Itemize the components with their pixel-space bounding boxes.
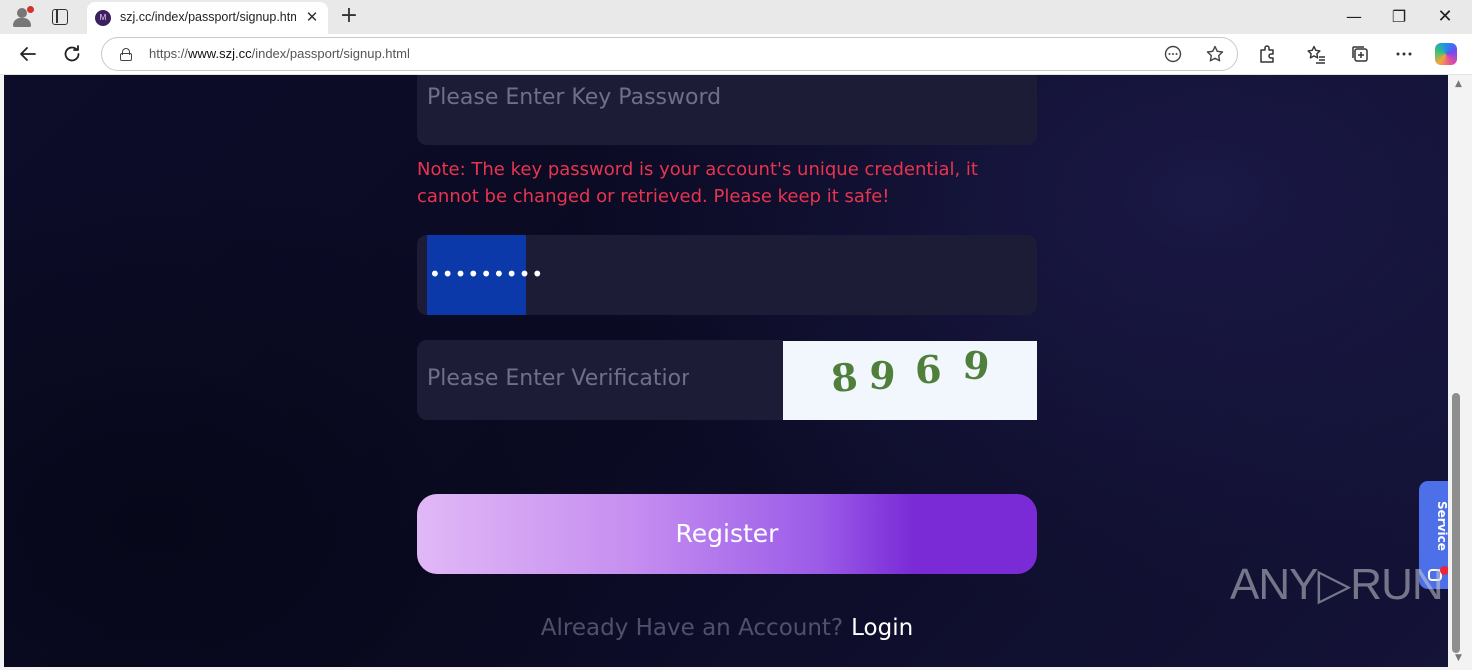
password-value: ••••••••• (429, 262, 545, 286)
url-host: www.szj.cc (188, 46, 252, 61)
page-scrollbar[interactable]: ▲ ▼ (1448, 75, 1472, 670)
star-icon[interactable] (1204, 43, 1226, 65)
service-label: Service (1435, 501, 1448, 551)
browser-tab[interactable]: M szj.cc/index/passport/signup.html ✕ (87, 2, 328, 34)
site-favicon-icon: M (95, 10, 111, 26)
captcha-digit: 9 (961, 341, 992, 390)
tab-actions-icon[interactable] (52, 9, 68, 25)
password-input[interactable]: ••••••••• (417, 235, 1037, 315)
browser-toolbar: https://www.szj.cc/index/passport/signup… (0, 34, 1472, 75)
window-restore-button[interactable]: ❐ (1387, 6, 1411, 28)
back-arrow-icon[interactable] (16, 42, 40, 66)
tab-close-icon[interactable]: ✕ (303, 8, 321, 26)
site-info-icon[interactable] (120, 48, 132, 61)
window-close-button[interactable]: ✕ (1433, 6, 1457, 28)
anyrun-watermark: ANY▷RUN (1230, 560, 1444, 609)
captcha-digit: 8 (828, 353, 860, 402)
register-button[interactable]: Register (417, 494, 1037, 574)
url-text[interactable]: https://www.szj.cc/index/passport/signup… (149, 46, 410, 61)
scroll-down-arrow-icon[interactable]: ▼ (1455, 653, 1462, 663)
scroll-up-arrow-icon[interactable]: ▲ (1455, 79, 1462, 89)
key-password-input[interactable]: Please Enter Key Password (417, 75, 1037, 145)
captcha-image[interactable]: 8 9 6 9 (783, 341, 1037, 420)
immersive-reader-icon[interactable] (1162, 43, 1184, 65)
url-path: /index/passport/signup.html (251, 46, 410, 61)
login-link[interactable]: Login (851, 615, 913, 641)
scrollbar-thumb[interactable] (1452, 393, 1460, 653)
key-password-placeholder: Please Enter Key Password (427, 85, 722, 110)
key-password-note: Note: The key password is your account's… (417, 159, 978, 207)
browser-tab-bar: M szj.cc/index/passport/signup.html ✕ + … (0, 0, 1472, 34)
login-prompt: Already Have an Account? Login (417, 615, 1037, 641)
puzzle-icon[interactable] (1256, 43, 1278, 65)
notification-dot (27, 6, 34, 13)
profile-icon[interactable] (10, 5, 34, 29)
signup-page: Please Enter Key Password Note: The key … (4, 75, 1448, 667)
reload-icon[interactable] (60, 42, 84, 66)
have-account-text: Already Have an Account? (540, 615, 844, 641)
copilot-icon[interactable] (1435, 43, 1457, 65)
tab-title: szj.cc/index/passport/signup.html (120, 10, 296, 24)
captcha-digit: 6 (913, 346, 943, 393)
address-bar[interactable]: https://www.szj.cc/index/passport/signup… (101, 37, 1238, 71)
captcha-digit: 9 (867, 352, 897, 399)
ellipsis-icon[interactable] (1393, 43, 1415, 65)
verification-code-input[interactable]: Please Enter Verification Code (417, 340, 783, 420)
verification-code-placeholder: Please Enter Verification Code (427, 366, 689, 391)
new-tab-button[interactable]: + (338, 4, 360, 28)
collections-icon[interactable] (1349, 43, 1371, 65)
window-minimize-button[interactable]: — (1342, 6, 1366, 28)
favorites-list-icon[interactable] (1305, 43, 1327, 65)
